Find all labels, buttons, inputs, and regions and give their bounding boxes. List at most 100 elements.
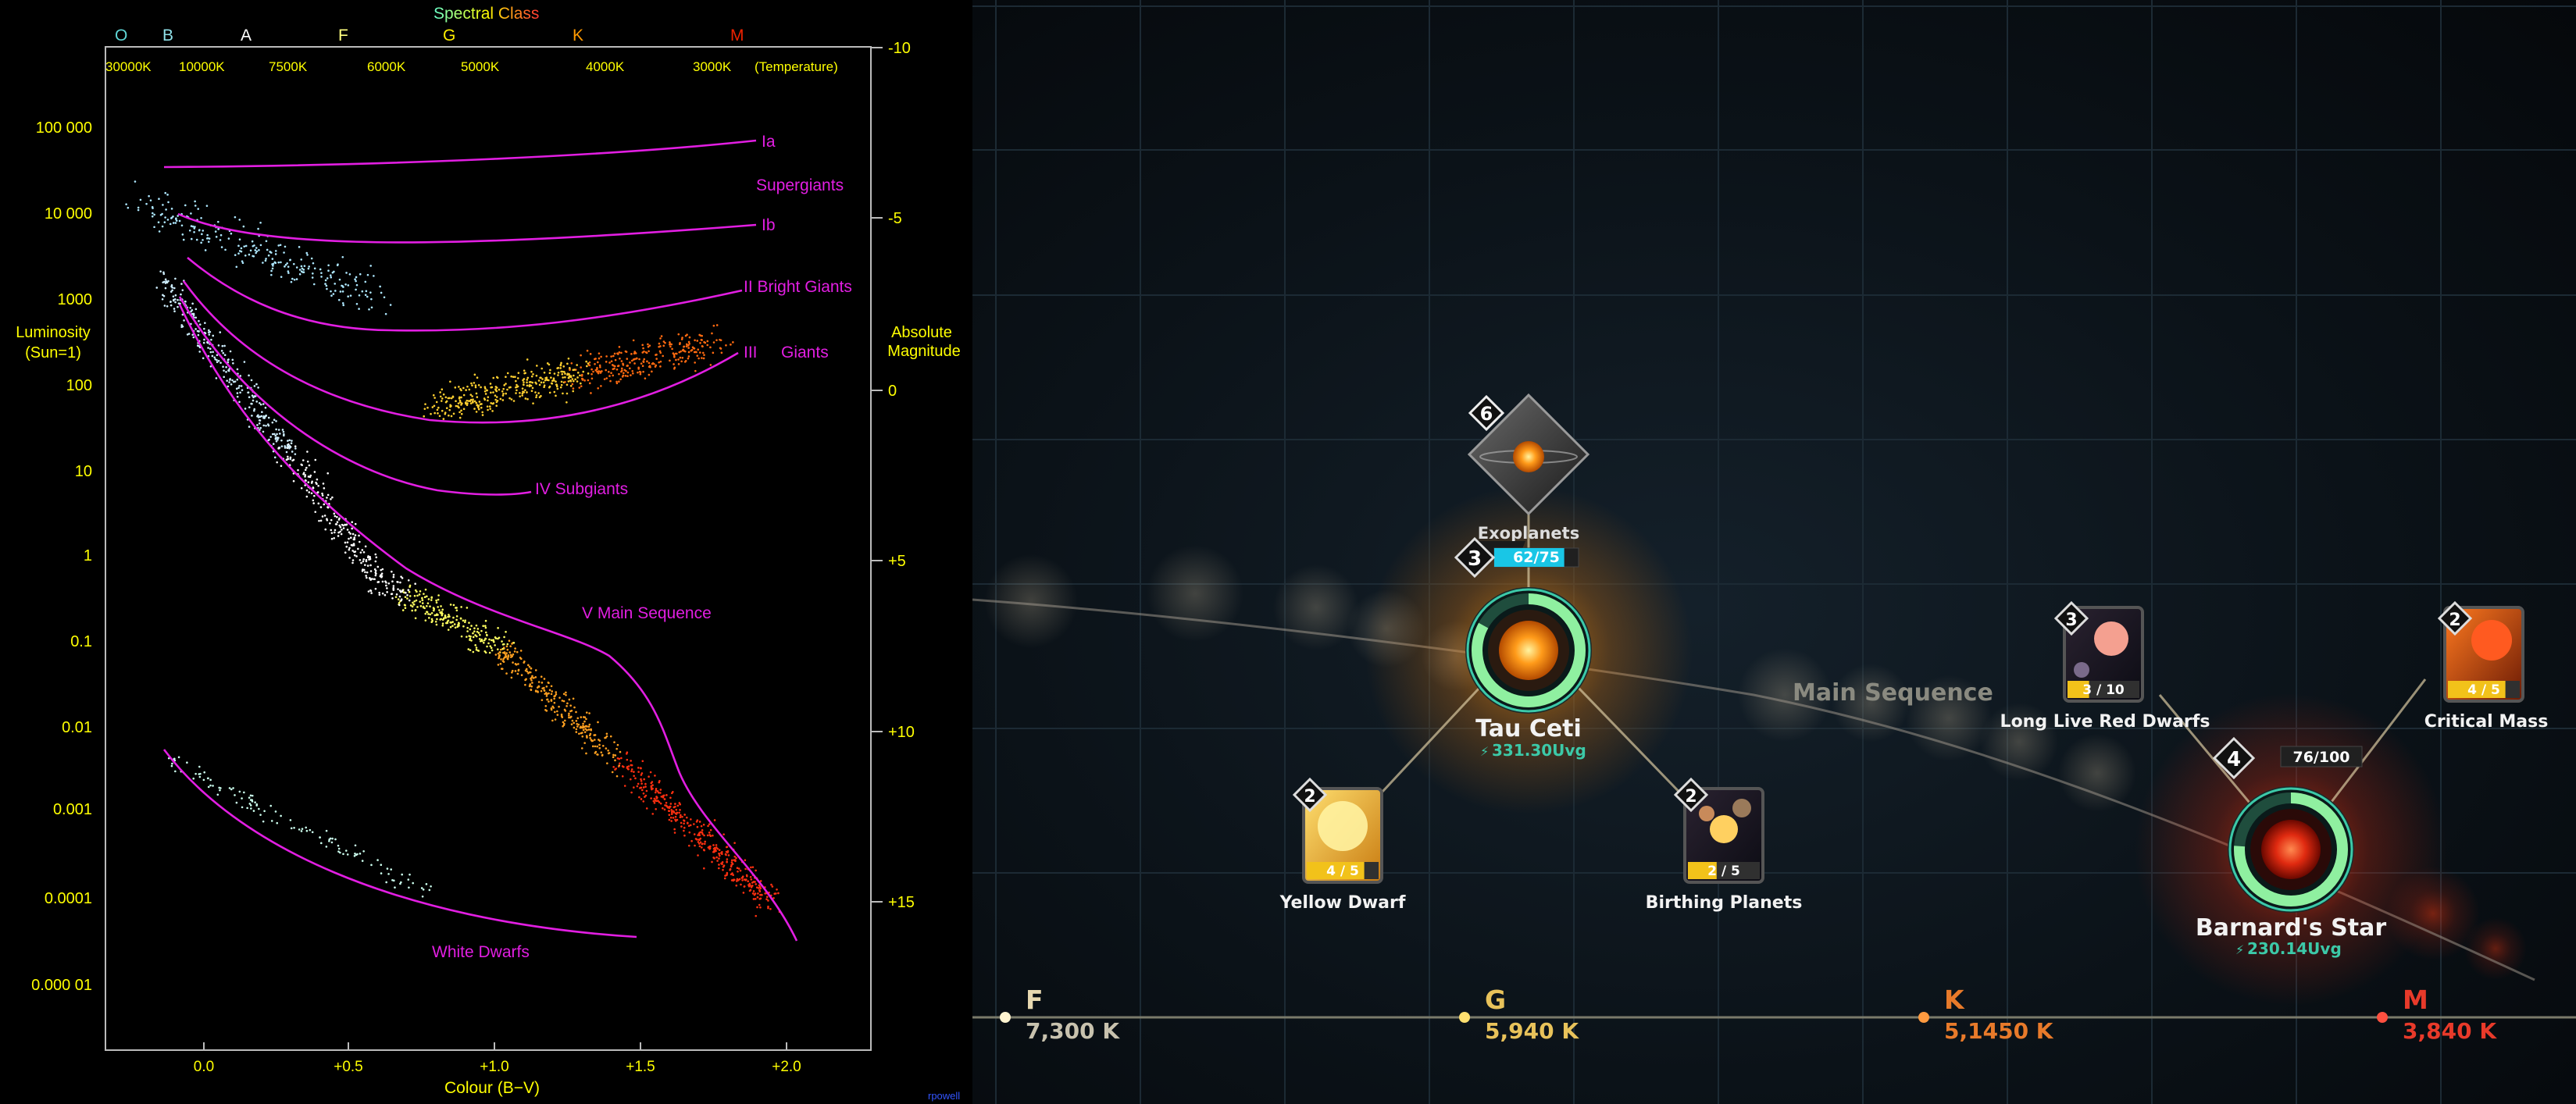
temp-10000K: 10000K [179,59,225,74]
magnitude-label: Absolute [891,324,952,341]
spectral-marker-K: K 5,1450 K [1918,985,2054,1044]
main-sequence-label: Main Sequence [1793,679,1993,707]
red-star-icon [2261,820,2321,879]
card-level: 2 [1685,787,1697,807]
card-long-live-red-dwarfs[interactable]: 3 / 10 3 [2053,600,2144,703]
star-progress-text: 76/100 [2292,749,2349,766]
spectral-class-title: Spectral Class [433,5,539,23]
temp-30000K: 30000K [105,59,152,74]
card-level: 2 [2449,611,2460,630]
temp-6000K: 6000K [367,59,406,74]
lum-tick: 0.1 [70,633,92,650]
sun-icon [1513,441,1544,472]
exoplanets-label: Exoplanets [1478,524,1579,543]
temp-7500K: 7500K [269,59,308,74]
curve-ib [177,212,757,244]
label-subgiants: IV Subgiants [535,480,628,498]
card-yellow-dwarf[interactable]: 4 / 5 2 [1292,777,1383,884]
label-main-sequence: V Main Sequence [582,604,712,622]
card-level: 2 [1304,787,1315,807]
upgrade-count: 6 [1480,403,1493,425]
lum-tick: 0.000 01 [31,977,92,994]
mag-tick: -5 [888,210,902,227]
mag-tick: -10 [888,40,911,57]
critical-mass-icon [2471,620,2512,661]
hr-diagram-panel: Ia Supergiants Ib II Bright Giants III G… [0,0,972,1104]
svg-text:G: G [1485,985,1506,1015]
spectral-class-G: G [443,27,455,45]
sun-icon [1499,621,1558,680]
lightning-icon: ⚡ [2235,942,2244,957]
luminosity-label: Luminosity [16,324,91,341]
spectral-class-K: K [573,27,583,45]
star-level: 4 [2227,748,2241,771]
card-progress-text: 3 / 10 [2082,682,2125,698]
card-birthing-planets[interactable]: 2 / 5 2 [1673,777,1764,884]
label-supergiants: Supergiants [756,176,844,194]
temp-3000K: 3000K [693,59,732,74]
mag-tick: +10 [888,724,915,741]
curve-white-dwarfs [162,749,637,938]
lum-tick: 0.01 [62,719,92,736]
mag-tick: +5 [888,553,906,570]
colour-axis-label: Colour (B−V) [444,1079,540,1097]
spectral-class-A: A [241,27,252,45]
red-dwarf-icon [2094,621,2128,656]
card-progress-text: 4 / 5 [1326,864,1359,879]
star-cost: 230.14Uvg [2247,939,2342,958]
spectral-marker-F: F 7,300 K [1000,985,1120,1044]
game-view[interactable]: Main Sequence 6 Exoplanets 3 62/75 Tau C… [972,0,2576,1104]
curve-ii [187,257,743,332]
card-critical-mass[interactable]: 4 / 5 2 [2437,600,2524,703]
svg-text:K: K [1944,985,1965,1015]
lum-tick: 0.001 [53,801,92,818]
star-progress-text: 62/75 [1513,549,1560,566]
curve-iii [182,280,739,424]
spectral-marker-M: M 3,840 K [2377,985,2497,1044]
label-white-dwarfs: White Dwarfs [432,943,530,961]
card-progress-text: 2 / 5 [1707,864,1740,879]
card-label: Critical Mass [2424,712,2549,732]
svg-text:3,840 K: 3,840 K [2403,1018,2497,1044]
svg-text:5,1450 K: 5,1450 K [1944,1018,2054,1044]
label-ib: Ib [762,216,776,234]
star-name: Barnard's Star [2196,914,2386,942]
colour-ticks [203,1042,787,1050]
star-map[interactable]: Main Sequence 6 Exoplanets 3 62/75 Tau C… [972,0,2576,1104]
lum-tick: 1000 [58,291,93,308]
planets-icon [1710,815,1738,843]
card-level: 3 [2065,611,2077,630]
mag-tick: 0 [888,383,897,400]
label-giants-num: III [744,344,758,361]
magnitude-label-2: Magnitude [887,343,960,360]
spectral-class-M: M [730,27,744,45]
temp-5000K: 5000K [461,59,500,74]
card-progress-text: 4 / 5 [2467,682,2500,698]
spectral-class-O: O [115,27,127,45]
lum-tick: 10 [75,463,92,480]
colour-tick: +1.0 [480,1059,509,1075]
star-cost: 331.30Uvg [1492,741,1586,760]
colour-tick: +0.5 [334,1059,363,1075]
star-level: 3 [1468,547,1482,571]
label-giants: Giants [781,344,829,361]
temperature-caption: (Temperature) [755,59,838,74]
credit-mark: rpowell [928,1090,960,1102]
svg-text:7,300 K: 7,300 K [1026,1018,1120,1044]
colour-tick: +2.0 [772,1059,801,1075]
luminosity-class-curves [162,139,798,942]
magnitude-ticks [871,47,883,903]
spectral-marker-G: G 5,940 K [1459,985,1579,1044]
mag-tick: +15 [888,894,915,911]
card-label: Yellow Dwarf [1279,893,1406,913]
lum-tick: 100 [66,377,92,394]
lum-tick: 10 000 [45,205,92,223]
colour-tick: 0.0 [194,1059,214,1075]
card-label: Long Live Red Dwarfs [2000,712,2210,732]
lum-tick: 1 [84,547,92,564]
lum-tick: 100 000 [36,119,92,137]
svg-text:F: F [1026,985,1044,1015]
card-label: Birthing Planets [1646,893,1803,913]
lum-tick: 0.0001 [45,890,92,907]
star-scatter [125,180,781,917]
